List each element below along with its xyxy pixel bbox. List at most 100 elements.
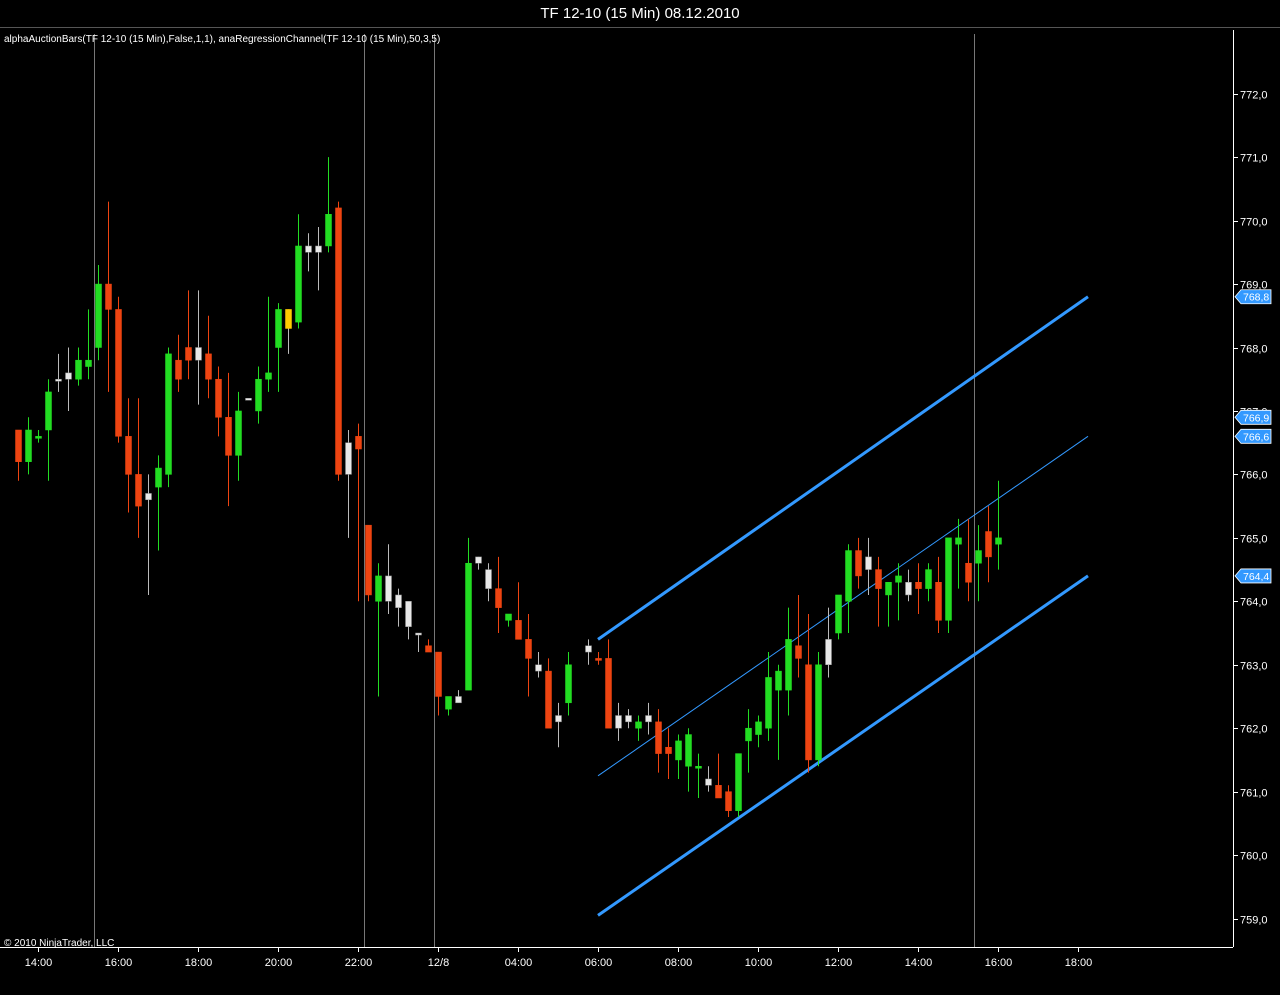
candle-body (625, 715, 632, 723)
candle-body (225, 417, 232, 456)
candle-body (235, 410, 242, 456)
x-tick-label: 14:00 (25, 957, 53, 969)
candle-body (295, 245, 302, 323)
candle-body (395, 594, 402, 608)
candle-body (745, 727, 752, 742)
chart-window: TF 12-10 (15 Min) 08.12.2010 759,0 760,0 7… (0, 0, 1280, 995)
candle-body (465, 562, 472, 691)
candle-body (455, 696, 462, 704)
candle-body (765, 677, 772, 729)
price-tag-label: 766,6 (1243, 431, 1269, 443)
candle-body (415, 632, 422, 636)
candle-body (325, 214, 332, 247)
candle-body (285, 309, 292, 329)
price-tag-label: 766,9 (1243, 412, 1269, 424)
candle-body (35, 436, 42, 439)
candle-body (755, 721, 762, 735)
x-tick-label: 22:00 (345, 957, 373, 969)
y-tick-label: 759,0 (1240, 915, 1268, 927)
candle-body (355, 436, 362, 450)
candle-body (515, 620, 522, 640)
candle-body (195, 347, 202, 361)
y-tick-label: 768,0 (1240, 344, 1268, 356)
candle-body (985, 531, 992, 558)
candle-body (885, 582, 892, 596)
price-tag-label: 764,4 (1243, 571, 1269, 583)
candle-body (405, 601, 412, 627)
price-tag: 764,4 (1234, 568, 1272, 584)
x-tick-label: 18:00 (185, 957, 213, 969)
x-tick-label: 18:00 (1065, 957, 1093, 969)
candle-body (55, 378, 62, 382)
candle-body (655, 721, 662, 754)
x-tick-label: 16:00 (105, 957, 133, 969)
price-chart[interactable]: 759,0 760,0 761,0 762,0 763,0 764,0 765,0 766,0… (0, 0, 1280, 995)
candle-body (435, 651, 442, 697)
candle-body (665, 746, 672, 754)
candle-body (895, 575, 902, 583)
candle-body (875, 569, 882, 589)
candle-body (565, 664, 572, 704)
candle-body (95, 283, 102, 348)
y-tick-label: 770,0 (1240, 217, 1268, 229)
candle-body (555, 715, 562, 723)
candle-body (965, 562, 972, 583)
x-tick-label: 10:00 (745, 957, 773, 969)
axes: 759,0 760,0 761,0 762,0 763,0 764,0 765,0 766,0… (0, 27, 1280, 969)
candle-body (15, 429, 22, 462)
candle-body (855, 550, 862, 577)
candle-body (675, 740, 682, 761)
y-tick-label: 764,0 (1240, 597, 1268, 609)
candle-body (245, 398, 252, 401)
price-tag: 766,6 (1234, 428, 1272, 444)
candle-body (955, 537, 962, 545)
candle-body (585, 645, 592, 653)
regression-channel (597, 295, 1089, 917)
candle-body (975, 550, 982, 564)
candle-body (495, 588, 502, 608)
candle-body (335, 207, 342, 475)
candle-body (535, 664, 542, 672)
candle-body (505, 613, 512, 621)
candle-body (275, 309, 282, 348)
channel-middle-line (597, 435, 1089, 777)
candle-body (915, 582, 922, 589)
price-tag: 768,8 (1234, 289, 1272, 305)
candle-body (595, 658, 602, 661)
x-tick-label: 12:00 (825, 957, 853, 969)
candle-body (125, 436, 132, 475)
candle-body (725, 791, 732, 811)
channel-lower-line (597, 574, 1089, 917)
session-lines (94, 34, 975, 947)
y-tick-label: 760,0 (1240, 851, 1268, 863)
candle-body (475, 556, 482, 564)
candle-body (715, 785, 722, 799)
x-tick-label: 06:00 (585, 957, 613, 969)
candle-body (445, 696, 452, 710)
candle-body (795, 645, 802, 659)
candle-body (695, 766, 702, 769)
candle-body (615, 715, 622, 729)
candle-body (845, 550, 852, 602)
x-tick-label: 12/8 (428, 957, 449, 969)
candle-body (485, 569, 492, 589)
candle-body (345, 442, 352, 475)
candle-body (785, 639, 792, 691)
candle-body (385, 575, 392, 602)
candlestick-series (15, 157, 1002, 818)
candle-body (165, 353, 172, 475)
candle-body (935, 582, 942, 621)
candle-body (705, 778, 712, 786)
candle-body (315, 245, 322, 253)
candle-body (635, 721, 642, 729)
candle-body (945, 537, 952, 621)
candle-body (995, 537, 1002, 545)
candle-body (925, 569, 932, 589)
candle-body (25, 429, 32, 462)
candle-body (45, 391, 52, 431)
candle-body (215, 378, 222, 418)
candle-body (545, 670, 552, 729)
candle-body (155, 467, 162, 488)
candle-body (185, 347, 192, 361)
y-tick-label: 761,0 (1240, 788, 1268, 800)
